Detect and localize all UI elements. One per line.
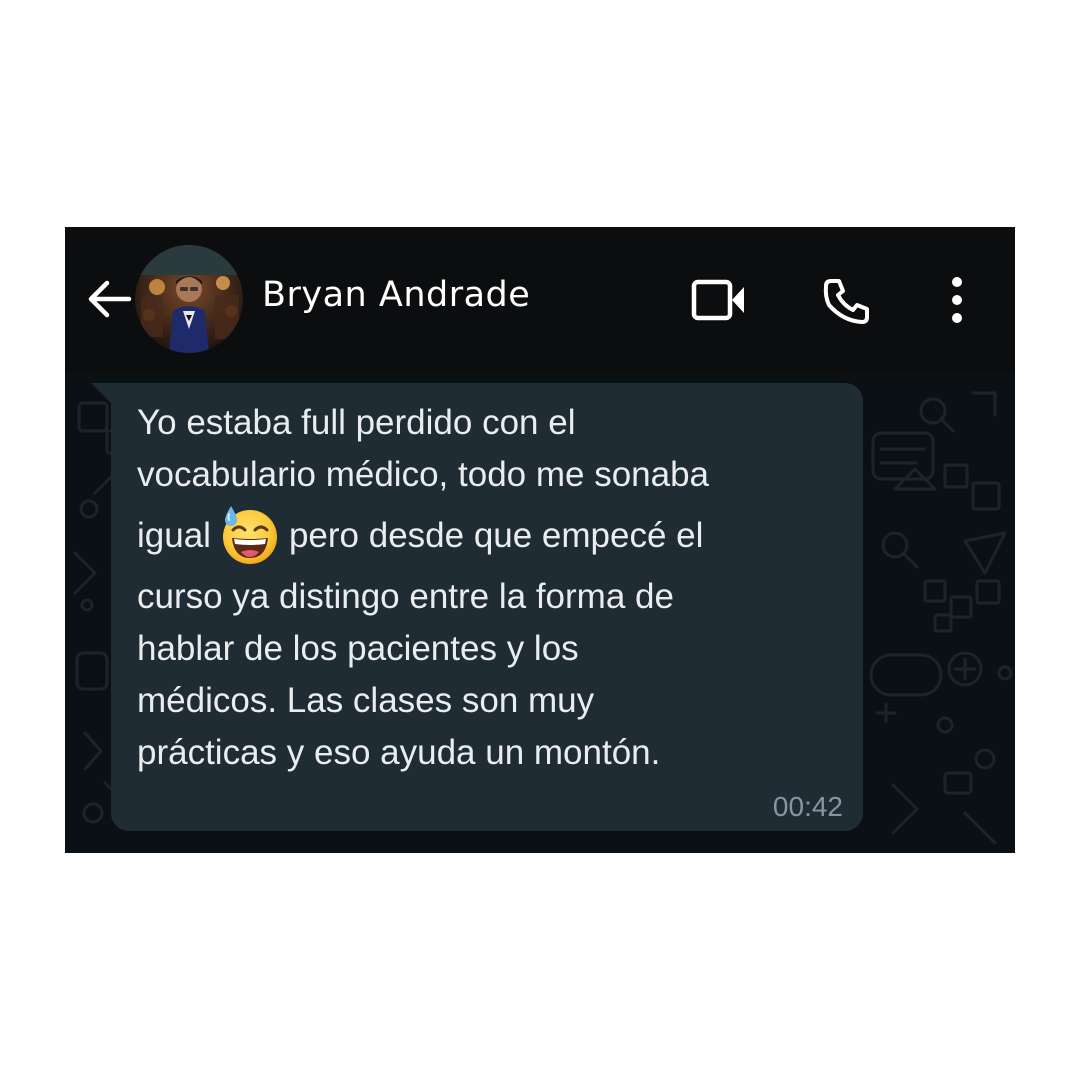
chat-area[interactable]: Yo estaba full perdido con el vocabulari… [65, 373, 1015, 853]
arrow-left-icon [88, 280, 132, 318]
more-vertical-icon [952, 277, 962, 323]
grinning-face-with-sweat-emoji [222, 505, 277, 564]
voice-call-button[interactable] [821, 275, 873, 327]
avatar-photo [135, 245, 243, 353]
video-call-button[interactable] [691, 279, 747, 321]
bubble-tail [91, 383, 113, 405]
contact-name[interactable]: Bryan Andrade [262, 275, 530, 315]
message-line: vocabulario médico, todo me sonaba [137, 455, 710, 494]
more-options-button[interactable] [943, 275, 971, 325]
message-line-with-emoji: igual pero desde que empecé el [137, 501, 853, 571]
message-bubble[interactable]: Yo estaba full perdido con el vocabulari… [111, 383, 863, 831]
message-line: Yo estaba full perdido con el [137, 403, 576, 442]
back-button[interactable] [83, 273, 135, 325]
chat-window: Bryan Andrade Yo estaba full perdido con… [65, 227, 1015, 853]
video-call-icon [691, 279, 744, 321]
message-line: médicos. Las clases son muy [137, 681, 595, 720]
chat-header: Bryan Andrade [65, 227, 1015, 373]
message-line-part: pero desde que empecé el [288, 516, 704, 555]
message-text: Yo estaba full perdido con el vocabulari… [137, 397, 853, 779]
contact-avatar[interactable] [135, 245, 243, 353]
message-line: hablar de los pacientes y los [137, 629, 579, 668]
message-line: prácticas y eso ayuda un montón. [137, 733, 661, 772]
phone-icon [823, 279, 869, 324]
message-timestamp: 00:42 [772, 791, 843, 822]
message-line-part: igual [137, 516, 211, 555]
message-line: curso ya distingo entre la forma de [137, 577, 674, 616]
